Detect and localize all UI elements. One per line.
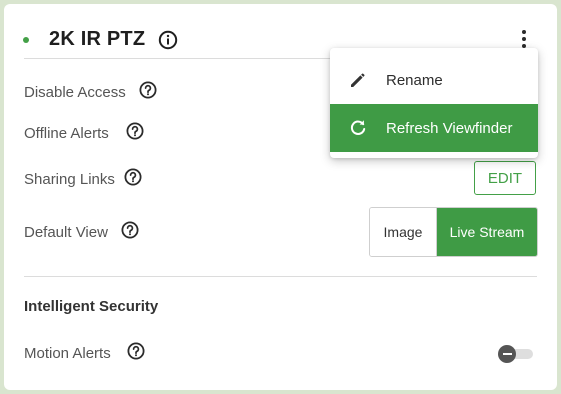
kebab-menu-icon[interactable] (517, 28, 531, 50)
motion-alerts-label: Motion Alerts (24, 345, 111, 362)
section-divider (24, 276, 537, 277)
toggle-off-knob-icon (498, 345, 516, 363)
menu-item-rename-label: Rename (386, 71, 443, 89)
disable-access-label: Disable Access (24, 84, 126, 101)
menu-item-refresh-viewfinder[interactable]: Refresh Viewfinder (330, 104, 538, 152)
default-view-help-icon[interactable] (121, 221, 139, 239)
status-dot-icon (23, 37, 29, 43)
default-view-toggle: Image Live Stream (369, 207, 538, 257)
camera-name: 2K IR PTZ (49, 28, 146, 50)
pencil-icon (351, 73, 365, 87)
camera-context-menu: Rename Refresh Viewfinder (330, 48, 538, 158)
disable-access-help-icon[interactable] (139, 81, 157, 99)
default-view-option-image[interactable]: Image (370, 208, 437, 256)
sharing-links-label: Sharing Links (24, 171, 115, 188)
sharing-links-help-icon[interactable] (124, 168, 142, 186)
offline-alerts-help-icon[interactable] (126, 122, 144, 140)
menu-item-refresh-viewfinder-label: Refresh Viewfinder (386, 119, 513, 137)
default-view-label: Default View (24, 224, 108, 241)
sharing-links-edit-button[interactable]: EDIT (474, 161, 536, 195)
refresh-icon (350, 120, 366, 135)
menu-item-rename[interactable]: Rename (330, 56, 538, 104)
offline-alerts-label: Offline Alerts (24, 125, 109, 142)
intelligent-security-title: Intelligent Security (24, 298, 159, 315)
info-icon[interactable] (158, 30, 178, 50)
motion-alerts-toggle[interactable] (497, 345, 535, 363)
motion-alerts-help-icon[interactable] (127, 342, 145, 360)
default-view-option-live-stream[interactable]: Live Stream (437, 208, 537, 256)
camera-settings-card: 2K IR PTZ Disable Access Offline Alerts … (4, 4, 557, 390)
